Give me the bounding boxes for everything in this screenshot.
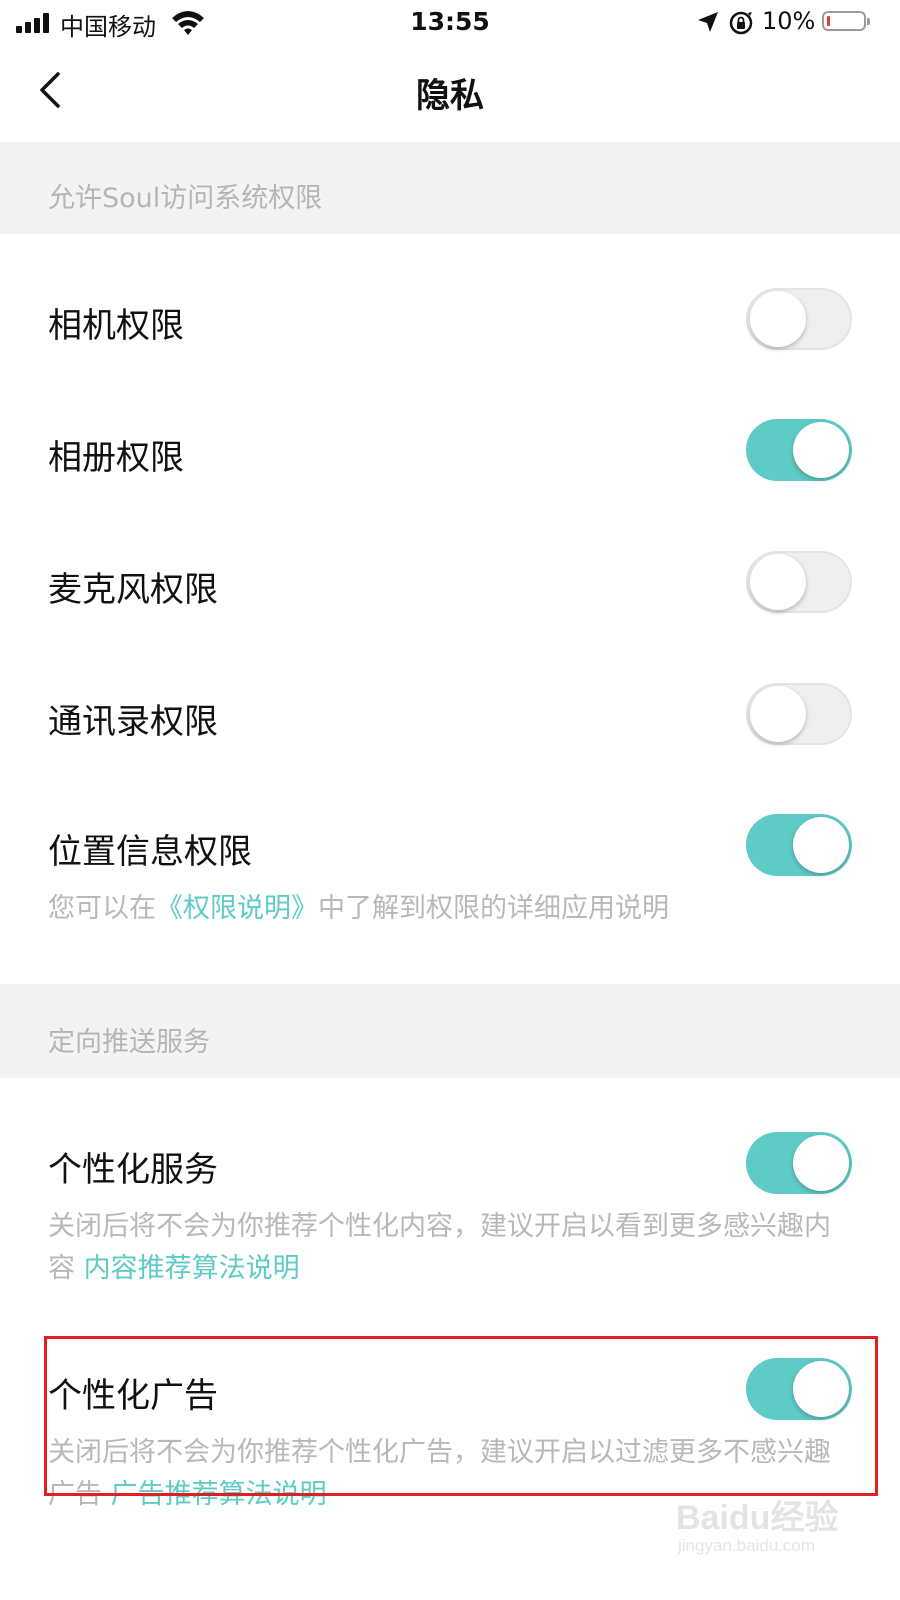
page-title: 隐私: [416, 76, 484, 116]
permission-note: 您可以在《权限说明》中了解到权限的详细应用说明: [48, 888, 838, 930]
setting-label-camera: 相机权限: [48, 306, 184, 346]
watermark-logo-text: Baidu经验: [676, 1499, 839, 1537]
baidu-jingyan-watermark: Baidu经验 jingyan.baidu.com: [676, 1490, 876, 1570]
location-permission-toggle[interactable]: [746, 814, 852, 876]
permission-note-suffix: 中了解到权限的详细应用说明: [318, 893, 669, 924]
camera-permission-toggle[interactable]: [746, 288, 852, 350]
toggle-knob: [750, 291, 806, 347]
permission-note-prefix: 您可以在: [48, 893, 156, 924]
toggle-knob: [750, 554, 806, 610]
album-permission-toggle[interactable]: [746, 419, 852, 481]
setting-row-personalized-service: 个性化服务 关闭后将不会为你推荐个性化内容，建议开启以看到更多感兴趣内容 内容推…: [0, 1078, 900, 1328]
contacts-permission-toggle[interactable]: [746, 683, 852, 745]
section-header-label: 定向推送服务: [48, 1027, 210, 1058]
setting-row-contacts: 通讯录权限: [0, 628, 900, 760]
orientation-lock-icon: [729, 11, 753, 35]
toggle-knob: [750, 686, 806, 742]
setting-row-location: 位置信息权限 您可以在《权限说明》中了解到权限的详细应用说明: [0, 760, 900, 984]
section-header-label: 允许Soul访问系统权限: [48, 183, 323, 214]
setting-label-album: 相册权限: [48, 438, 184, 478]
watermark-url: jingyan.baidu.com: [678, 1536, 816, 1555]
content-algorithm-link[interactable]: 内容推荐算法说明: [84, 1253, 300, 1284]
setting-label-personalized-service: 个性化服务: [48, 1150, 218, 1190]
status-bar: 中国移动 13:55 10%: [0, 0, 900, 46]
setting-label-microphone: 麦克风权限: [48, 570, 218, 610]
setting-row-album: 相册权限: [0, 364, 900, 496]
toggle-knob: [793, 817, 849, 873]
setting-row-camera: 相机权限: [0, 234, 900, 364]
toggle-knob: [793, 1135, 849, 1191]
setting-row-microphone: 麦克风权限: [0, 496, 900, 628]
nav-bar: 隐私: [0, 46, 900, 142]
section-header-targeted-push: 定向推送服务: [0, 984, 900, 1078]
personalized-service-toggle[interactable]: [746, 1132, 852, 1194]
battery-icon: [822, 11, 870, 31]
personalized-service-description: 关闭后将不会为你推荐个性化内容，建议开启以看到更多感兴趣内容 内容推荐算法说明: [48, 1206, 838, 1290]
section-header-system-permissions: 允许Soul访问系统权限: [0, 142, 900, 234]
highlight-annotation-box: [44, 1336, 878, 1496]
setting-label-location: 位置信息权限: [48, 832, 252, 872]
toggle-knob: [793, 422, 849, 478]
setting-label-contacts: 通讯录权限: [48, 702, 218, 742]
battery-percent: 10%: [762, 7, 816, 35]
battery-level: [827, 16, 830, 26]
location-arrow-icon: [698, 12, 718, 32]
permission-explanation-link[interactable]: 《权限说明》: [156, 893, 318, 924]
microphone-permission-toggle[interactable]: [746, 551, 852, 613]
